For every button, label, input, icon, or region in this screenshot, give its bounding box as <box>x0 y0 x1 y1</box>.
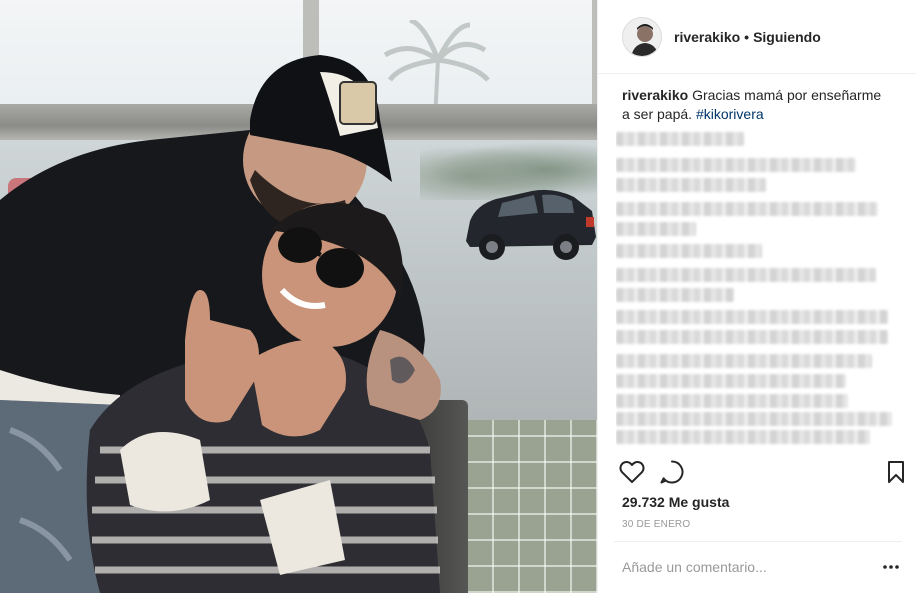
blurred-comment-line <box>616 268 876 282</box>
post-header: riverakiko • Siguiendo <box>598 0 916 74</box>
blurred-comment-line <box>616 374 846 388</box>
comment-form <box>614 541 902 593</box>
blurred-comment-line <box>616 394 848 408</box>
header-separator: • <box>744 28 750 45</box>
avatar[interactable] <box>622 16 662 57</box>
caption-hashtag[interactable]: #kikorivera <box>696 106 764 122</box>
save-button[interactable] <box>882 458 910 486</box>
photo-people <box>0 55 441 593</box>
follow-status-button[interactable]: Siguiendo <box>753 29 821 45</box>
comment-input[interactable] <box>622 556 872 578</box>
avatar-image <box>623 17 661 56</box>
caption-username[interactable]: riverakiko <box>622 87 688 103</box>
blurred-comment-line <box>616 222 696 236</box>
blurred-comment-line <box>616 202 878 216</box>
post-author: riverakiko • Siguiendo <box>674 29 821 45</box>
more-options-icon <box>883 565 899 569</box>
post-sidebar: riverakiko • Siguiendo riverakiko Gracias … <box>597 0 916 593</box>
blurred-comment-line <box>616 430 870 444</box>
comment-button[interactable] <box>658 458 686 486</box>
blurred-comment-line <box>616 132 744 146</box>
blurred-comment-line <box>616 310 888 324</box>
blurred-comment-line <box>616 178 766 192</box>
post-actions <box>598 458 916 488</box>
like-button[interactable] <box>618 458 646 486</box>
instagram-post: riverakiko • Siguiendo riverakiko Gracias … <box>0 0 916 593</box>
blurred-comments <box>616 126 898 446</box>
author-username[interactable]: riverakiko <box>674 29 740 45</box>
comment-bubble-icon <box>660 460 684 484</box>
more-options-button[interactable] <box>880 556 902 578</box>
blurred-comment-line <box>616 412 892 426</box>
blurred-comment-line <box>616 288 734 302</box>
bookmark-icon <box>888 461 904 483</box>
blurred-comment-line <box>616 158 856 172</box>
heart-icon <box>619 461 645 483</box>
like-count[interactable]: 29.732 Me gusta <box>622 494 729 510</box>
blurred-comment-line <box>616 244 762 258</box>
blurred-comment-line <box>616 330 888 344</box>
blurred-comment-line <box>616 354 872 368</box>
post-caption: riverakiko Gracias mamá por enseñarme a … <box>622 86 892 124</box>
post-photo[interactable] <box>0 0 597 593</box>
post-date[interactable]: 30 DE ENERO <box>622 519 690 530</box>
